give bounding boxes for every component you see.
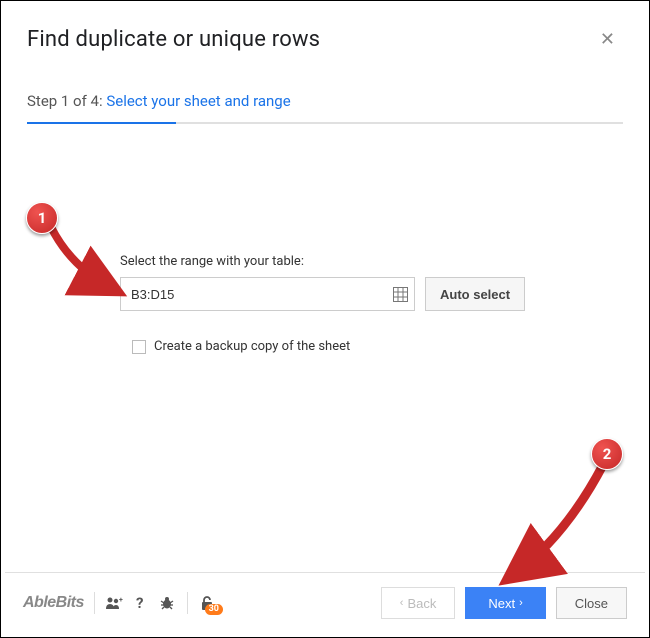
dialog-footer: AbleBits + ? 30 — [5, 572, 645, 633]
backup-checkbox-label: Create a backup copy of the sheet — [154, 339, 350, 354]
step-prefix: Step 1 of 4: — [27, 92, 106, 110]
footer-buttons: ‹ Back Next › Close — [381, 587, 627, 619]
chevron-right-icon: › — [519, 597, 523, 609]
people-icon[interactable]: + — [105, 596, 123, 610]
step-title-link[interactable]: Select your sheet and range — [106, 92, 290, 110]
dialog-content: Select the range with your table: — [5, 124, 645, 572]
annotation-badge-1: 1 — [26, 202, 58, 234]
step-indicator: Step 1 of 4: Select your sheet and range — [5, 64, 645, 122]
dialog-container: Find duplicate or unique rows ✕ Step 1 o… — [5, 5, 645, 633]
close-button[interactable]: Close — [556, 587, 627, 619]
bug-icon[interactable] — [159, 596, 175, 610]
next-button-label: Next — [488, 596, 515, 611]
range-input[interactable] — [131, 287, 393, 302]
svg-text:?: ? — [136, 595, 143, 611]
backup-checkbox-row[interactable]: Create a backup copy of the sheet — [132, 339, 645, 354]
range-label: Select the range with your table: — [120, 254, 645, 269]
badge-count: 30 — [205, 604, 223, 615]
help-icon[interactable]: ? — [135, 595, 147, 611]
range-row: Auto select — [120, 277, 645, 311]
footer-toolbar: + ? 30 — [105, 592, 214, 614]
next-button[interactable]: Next › — [465, 587, 545, 619]
grid-picker-icon[interactable] — [393, 287, 408, 302]
dialog-header: Find duplicate or unique rows ✕ — [5, 5, 645, 64]
close-icon[interactable]: ✕ — [592, 25, 623, 54]
close-button-label: Close — [575, 596, 608, 611]
lock-icon[interactable]: 30 — [200, 595, 214, 611]
auto-select-button[interactable]: Auto select — [425, 277, 525, 311]
chevron-left-icon: ‹ — [400, 597, 404, 609]
separator — [94, 592, 95, 614]
footer-left: AbleBits + ? 30 — [23, 592, 214, 614]
back-button[interactable]: ‹ Back — [381, 587, 456, 619]
range-input-wrap[interactable] — [120, 277, 415, 311]
dialog-title: Find duplicate or unique rows — [27, 27, 320, 52]
annotation-badge-2: 2 — [591, 438, 623, 470]
svg-text:+: + — [119, 596, 123, 604]
back-button-label: Back — [407, 596, 436, 611]
brand-logo: AbleBits — [23, 594, 84, 612]
separator — [187, 592, 188, 614]
backup-checkbox[interactable] — [132, 340, 146, 354]
